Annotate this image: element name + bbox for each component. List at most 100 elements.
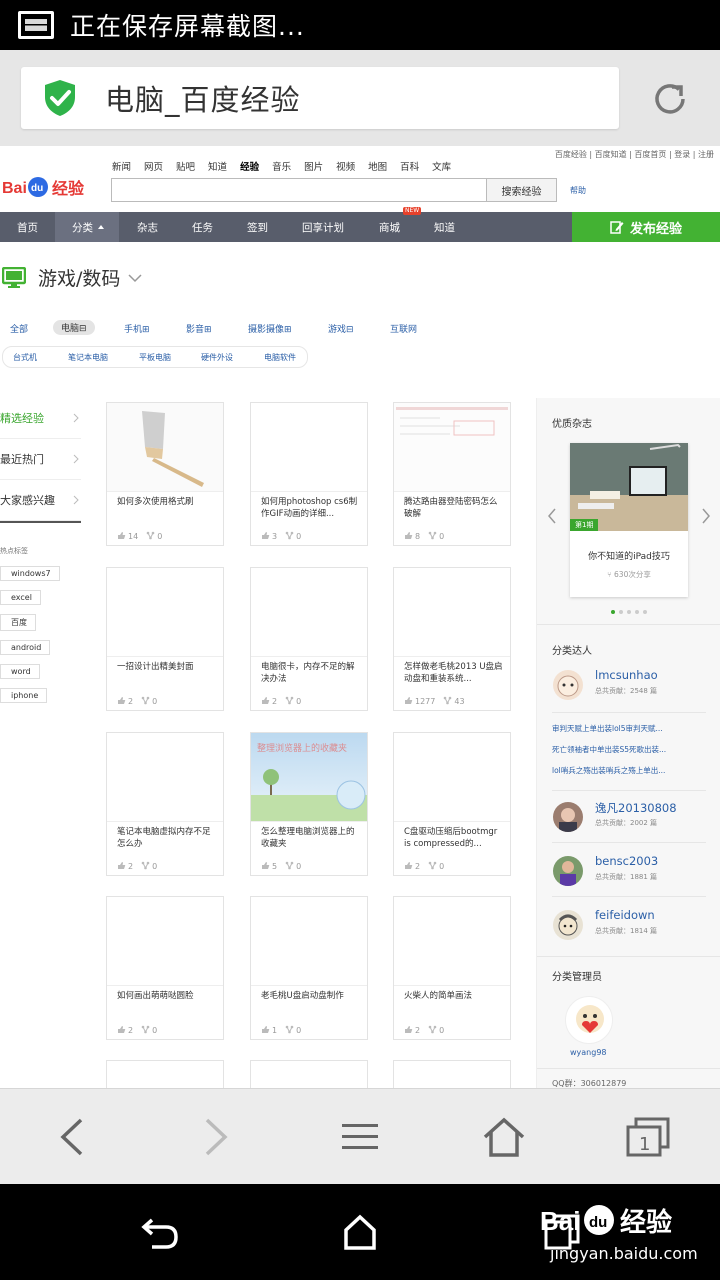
experience-card[interactable] bbox=[250, 1060, 368, 1088]
subcat-phone[interactable]: 手机⊞ bbox=[124, 322, 150, 335]
publish-button[interactable]: 发布经验 bbox=[572, 212, 720, 242]
tag[interactable]: word bbox=[0, 664, 40, 679]
experience-card[interactable]: 腾达路由器登陆密码怎么破解 8 0 bbox=[393, 402, 511, 546]
url-box[interactable]: 电脑_百度经验 bbox=[21, 67, 619, 129]
tag[interactable]: windows7 bbox=[0, 566, 60, 581]
nav-word-map[interactable]: 地图 bbox=[368, 159, 387, 173]
card-title[interactable]: 笔记本电脑虚拟内存不足怎么办 bbox=[117, 826, 217, 851]
help-link[interactable]: 帮助 bbox=[570, 185, 586, 196]
back-button[interactable] bbox=[47, 1113, 97, 1161]
subcat-all[interactable]: 全部 bbox=[10, 322, 28, 335]
card-title[interactable]: 老毛桃U盘启动盘制作 bbox=[261, 990, 361, 1015]
card-title[interactable]: 如何画出萌萌哒圆脸 bbox=[117, 990, 217, 1015]
experience-card[interactable] bbox=[106, 1060, 224, 1088]
subsub-desktop[interactable]: 台式机 bbox=[13, 352, 37, 363]
nav-checkin[interactable]: 签到 bbox=[247, 212, 268, 242]
card-title[interactable]: 电脑很卡，内存不足的解决办法 bbox=[261, 661, 361, 686]
nav-mall-label: 商城 bbox=[379, 221, 400, 234]
experience-card[interactable]: 电脑很卡，内存不足的解决办法 2 0 bbox=[250, 567, 368, 711]
nav-magazine[interactable]: 杂志 bbox=[137, 212, 158, 242]
nav-word-video[interactable]: 视频 bbox=[336, 159, 355, 173]
experience-card[interactable]: 如何画出萌萌哒圆脸 2 0 bbox=[106, 896, 224, 1040]
expert-link[interactable]: 死亡领袖者中单出装S5死歌出装... bbox=[552, 739, 666, 760]
subcat-internet[interactable]: 互联网 bbox=[390, 322, 417, 335]
nav-word-news[interactable]: 新闻 bbox=[112, 159, 131, 173]
tag[interactable]: iphone bbox=[0, 688, 48, 703]
right-column: 优质杂志 第1期 你不知道的iPad技巧 ⑂ 630次分享 分类达人 lmcsu… bbox=[536, 398, 720, 1088]
experience-card[interactable]: 怎样做老毛桃2013 U盘启动盘和重装系统... 1277 43 bbox=[393, 567, 511, 711]
search-button[interactable]: 搜索经验 bbox=[486, 178, 557, 202]
nav-word-baike[interactable]: 百科 bbox=[400, 159, 419, 173]
like-icon bbox=[117, 531, 128, 542]
magazine-card[interactable]: 第1期 你不知道的iPad技巧 ⑂ 630次分享 bbox=[570, 443, 688, 597]
experience-card[interactable] bbox=[393, 1060, 511, 1088]
expert-item[interactable]: lmcsunhao 总共贡献：2548 篇 bbox=[553, 666, 713, 706]
nav-share-plan[interactable]: 回享计划 bbox=[302, 212, 344, 242]
nav-word-wenku[interactable]: 文库 bbox=[432, 159, 451, 173]
reload-icon[interactable] bbox=[650, 79, 690, 119]
tag[interactable]: 百度 bbox=[0, 614, 36, 631]
subsub-tablet[interactable]: 平板电脑 bbox=[139, 352, 171, 363]
nav-word-zhidao[interactable]: 知道 bbox=[208, 159, 227, 173]
nav-word-web[interactable]: 网页 bbox=[144, 159, 163, 173]
nav-word-jingyan[interactable]: 经验 bbox=[240, 159, 259, 173]
experience-card[interactable]: 火柴人的简单画法 2 0 bbox=[393, 896, 511, 1040]
experience-card[interactable]: 笔记本电脑虚拟内存不足怎么办 2 0 bbox=[106, 732, 224, 876]
subcat-games[interactable]: 游戏⊟ bbox=[328, 322, 354, 335]
nav-word-tieba[interactable]: 贴吧 bbox=[176, 159, 195, 173]
nav-mall[interactable]: 商城 NEW bbox=[379, 207, 422, 242]
experience-card[interactable]: 整理浏览器上的收藏夹 怎么整理电脑浏览器上的收藏夹 5 0 bbox=[250, 732, 368, 876]
subsub-laptop[interactable]: 笔记本电脑 bbox=[68, 352, 108, 363]
card-title[interactable]: 怎样做老毛桃2013 U盘启动盘和重装系统... bbox=[404, 661, 504, 686]
subcat-media[interactable]: 影音⊞ bbox=[186, 322, 212, 335]
nav-home[interactable]: 首页 bbox=[17, 212, 38, 242]
home-button[interactable] bbox=[479, 1113, 529, 1161]
share-count: 0 bbox=[439, 532, 445, 541]
hot-tags-label: 热点标签 bbox=[0, 547, 28, 555]
expert-item[interactable]: feifeidown 总共贡献：1814 篇 bbox=[553, 906, 713, 946]
admin-name[interactable]: wyang98 bbox=[570, 1048, 607, 1057]
card-title[interactable]: 怎么整理电脑浏览器上的收藏夹 bbox=[261, 826, 361, 851]
share-count: 0 bbox=[296, 697, 302, 706]
tabs-button[interactable]: 1 bbox=[623, 1113, 673, 1161]
experience-card[interactable]: 如何多次使用格式刷 14 0 bbox=[106, 402, 224, 546]
side-item-hot[interactable]: 最近热门 bbox=[0, 439, 81, 480]
forward-button[interactable] bbox=[191, 1113, 241, 1161]
experience-card[interactable]: 老毛桃U盘启动盘制作 1 0 bbox=[250, 896, 368, 1040]
chevron-right-icon[interactable] bbox=[701, 508, 711, 524]
card-title[interactable]: C盘驱动压缩后bootmgr is compressed的... bbox=[404, 826, 504, 851]
menu-button[interactable] bbox=[335, 1113, 385, 1161]
card-title[interactable]: 一招设计出精美封面 bbox=[117, 661, 217, 686]
subsub-peripherals[interactable]: 硬件外设 bbox=[201, 352, 233, 363]
subsub-software[interactable]: 电脑软件 bbox=[264, 352, 296, 363]
expert-link[interactable]: 审判天赋上单出装lol5审判天赋... bbox=[552, 718, 666, 739]
experience-card[interactable]: C盘驱动压缩后bootmgr is compressed的... 2 0 bbox=[393, 732, 511, 876]
search-input[interactable] bbox=[111, 178, 487, 202]
chevron-left-icon[interactable] bbox=[547, 508, 557, 524]
card-title[interactable]: 如何多次使用格式刷 bbox=[117, 496, 217, 521]
top-links[interactable]: 百度经验 | 百度知道 | 百度首页 | 登录 | 注册 bbox=[555, 149, 714, 160]
subcat-computer[interactable]: 电脑⊟ bbox=[53, 320, 95, 335]
expert-link[interactable]: lol哨兵之殇出装哨兵之殇上单出... bbox=[552, 760, 666, 781]
tag[interactable]: android bbox=[0, 640, 51, 655]
card-title[interactable]: 如何用photoshop cs6制作GIF动画的详细... bbox=[261, 496, 361, 521]
nav-tasks[interactable]: 任务 bbox=[192, 212, 213, 242]
admin-avatar[interactable] bbox=[565, 996, 613, 1044]
card-title[interactable]: 腾达路由器登陆密码怎么破解 bbox=[404, 496, 504, 521]
expert-item[interactable]: 逸凡20130808 总共贡献：2002 篇 bbox=[553, 798, 713, 838]
system-home-icon[interactable] bbox=[338, 1212, 382, 1252]
experience-card[interactable]: 一招设计出精美封面 2 0 bbox=[106, 567, 224, 711]
nav-word-music[interactable]: 音乐 bbox=[272, 159, 291, 173]
chevron-down-icon[interactable] bbox=[128, 273, 142, 283]
nav-word-images[interactable]: 图片 bbox=[304, 159, 323, 173]
experience-card[interactable]: 如何用photoshop cs6制作GIF动画的详细... 3 0 bbox=[250, 402, 368, 546]
side-item-interest[interactable]: 大家感兴趣 bbox=[0, 480, 81, 521]
card-title[interactable]: 火柴人的简单画法 bbox=[404, 990, 504, 1015]
expert-item[interactable]: bensc2003 总共贡献：1881 篇 bbox=[553, 852, 713, 892]
side-item-featured[interactable]: 精选经验 bbox=[0, 398, 81, 439]
subcat-photo[interactable]: 摄影摄像⊞ bbox=[248, 322, 292, 335]
system-back-icon[interactable] bbox=[138, 1212, 182, 1252]
nav-category[interactable]: 分类 bbox=[55, 212, 119, 242]
tag[interactable]: excel bbox=[0, 590, 41, 605]
nav-zhidao[interactable]: 知道 bbox=[434, 212, 455, 242]
